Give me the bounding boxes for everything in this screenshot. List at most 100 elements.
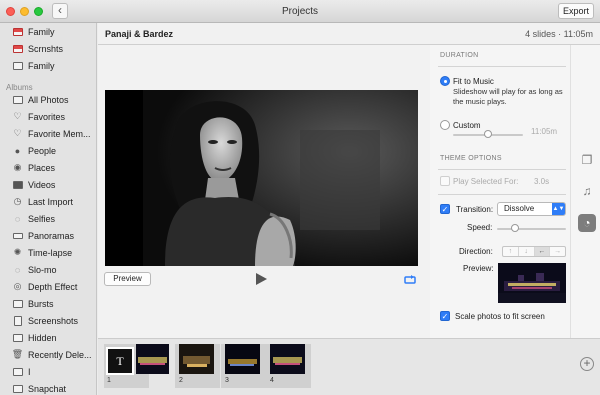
add-slide-button[interactable]: + <box>580 357 594 371</box>
album-icon <box>12 26 23 37</box>
slide-image-4 <box>270 344 305 374</box>
filmstrip <box>98 338 600 395</box>
scale-photos-label: Scale photos to fit screen <box>455 312 545 321</box>
sidebar-item-family-2[interactable]: Family <box>0 57 96 74</box>
trash-icon: 🗑 <box>11 349 24 359</box>
person-icon: ● <box>14 145 21 156</box>
direction-label: Direction: <box>459 247 493 256</box>
sidebar-item-label: Family <box>28 60 55 71</box>
speed-slider[interactable] <box>497 228 566 230</box>
depth-icon: ◎ <box>13 281 22 291</box>
slide-image-2 <box>179 344 214 374</box>
play-selected-value: 3.0s <box>534 177 550 186</box>
sidebar-item-label: Scrnshts <box>28 43 64 54</box>
slide-number: 4 <box>270 377 274 384</box>
heart-icon: ♡ <box>13 111 22 121</box>
sidebar-item-all-photos[interactable]: All Photos <box>0 91 96 108</box>
sidebar-item-snapchat[interactable]: Snapchat <box>0 380 96 395</box>
transition-value: Dissolve <box>504 204 535 213</box>
panorama-icon <box>12 230 23 241</box>
sidebar-item-label: Videos <box>28 179 56 190</box>
slide-image-3 <box>225 344 260 374</box>
sidebar-item-label: Selfies <box>28 213 56 224</box>
duration-title: DURATION <box>440 52 479 59</box>
hidden-icon <box>12 332 23 343</box>
sidebar-item-label: All Photos <box>28 94 69 105</box>
album-icon <box>12 60 23 71</box>
loop-icon[interactable] <box>404 274 416 285</box>
duration-icon[interactable]: ◔ <box>578 214 596 232</box>
sidebar-item-scrnshts[interactable]: Scrnshts <box>0 40 96 57</box>
custom-radio[interactable] <box>440 120 450 130</box>
sidebar-item-recently-deleted[interactable]: 🗑 Recently Dele... <box>0 346 96 363</box>
play-selected-checkbox[interactable] <box>440 176 450 186</box>
direction-right-button[interactable]: → <box>550 247 565 256</box>
speed-label: Speed: <box>467 223 493 232</box>
chevron-updown-icon: ▲▼ <box>552 203 565 215</box>
sidebar-item-label: Bursts <box>28 298 54 309</box>
speed-slider-thumb[interactable] <box>511 224 519 232</box>
custom-duration-thumb[interactable] <box>484 130 492 138</box>
sidebar-item-label: Screenshots <box>28 315 79 326</box>
sidebar-item-selfies[interactable]: ◌ Selfies <box>0 210 96 227</box>
transition-label: Transition: <box>456 205 494 214</box>
sidebar-item-slo-mo[interactable]: ◌ Slo-mo <box>0 261 96 278</box>
sidebar-item-favorites[interactable]: ♡ Favorites <box>0 108 96 125</box>
sidebar-item-people[interactable]: ● People <box>0 142 96 159</box>
play-selected-label: Play Selected For: <box>453 177 519 186</box>
sidebar-item-last-import[interactable]: ◷ Last Import <box>0 193 96 210</box>
sidebar-item-label: Last Import <box>28 196 74 207</box>
sidebar-item-label: Favorites <box>28 111 66 122</box>
screenshot-icon <box>12 315 23 326</box>
slide-number: 3 <box>225 377 229 384</box>
project-name: Panaji & Bardez <box>105 29 174 39</box>
direction-down-button[interactable]: ↓ <box>519 247 535 256</box>
clock-icon: ◷ <box>13 196 22 206</box>
divider <box>438 66 566 67</box>
album-icon <box>12 43 23 54</box>
fit-to-music-note: Slideshow will play for as long as the m… <box>453 87 563 106</box>
slide-number: 2 <box>179 377 183 384</box>
timelapse-icon: ✺ <box>13 247 22 257</box>
album-icon <box>12 366 23 377</box>
slideshow-preview-image[interactable] <box>105 90 418 266</box>
transition-select[interactable]: Dissolve ▲▼ <box>497 202 566 216</box>
sidebar-item-time-lapse[interactable]: ✺ Time-lapse <box>0 244 96 261</box>
sidebar-item-screenshots[interactable]: Screenshots <box>0 312 96 329</box>
album-icon <box>12 383 23 394</box>
sidebar-item-hidden[interactable]: Hidden <box>0 329 96 346</box>
sidebar-item-label: Depth Effect <box>28 281 78 292</box>
sidebar-item-places[interactable]: ◉ Places <box>0 159 96 176</box>
photos-icon <box>12 94 23 105</box>
preview-button[interactable]: Preview <box>104 272 151 286</box>
project-info: 4 slides · 11:05m <box>525 29 593 39</box>
divider <box>438 169 566 170</box>
project-header: Panaji & Bardez 4 slides · 11:05m <box>98 23 600 45</box>
sidebar-item-panoramas[interactable]: Panoramas <box>0 227 96 244</box>
sidebar-item-i[interactable]: I <box>0 363 96 380</box>
sidebar-item-videos[interactable]: Videos <box>0 176 96 193</box>
sidebar-item-family[interactable]: Family <box>0 23 96 40</box>
video-icon <box>12 179 23 190</box>
sidebar-item-depth-effect[interactable]: ◎ Depth Effect <box>0 278 96 295</box>
sidebar-item-favorite-memories[interactable]: ♡ Favorite Mem... <box>0 125 96 142</box>
theme-options-title: THEME OPTIONS <box>440 155 502 162</box>
transition-checkbox[interactable]: ✓ <box>440 204 450 214</box>
sidebar-item-label: Places <box>28 162 56 173</box>
custom-label: Custom <box>453 121 481 130</box>
music-icon[interactable]: ♫ <box>578 182 596 200</box>
slide-image-1 <box>136 344 169 374</box>
direction-up-button[interactable]: ↑ <box>503 247 519 256</box>
transition-preview-thumbnail <box>498 263 566 303</box>
export-button[interactable]: Export <box>558 3 594 19</box>
direction-left-button[interactable]: ← <box>534 247 551 256</box>
themes-icon[interactable]: ❐ <box>578 151 596 169</box>
scale-photos-checkbox[interactable]: ✓ <box>440 311 450 321</box>
slide-number: 1 <box>107 377 111 384</box>
sidebar-item-bursts[interactable]: Bursts <box>0 295 96 312</box>
heart-memories-icon: ♡ <box>13 128 22 138</box>
play-icon[interactable] <box>254 272 268 286</box>
fit-to-music-radio[interactable] <box>440 76 450 86</box>
sidebar-item-label: Family <box>28 26 55 37</box>
sidebar-item-label: Panoramas <box>28 230 75 241</box>
